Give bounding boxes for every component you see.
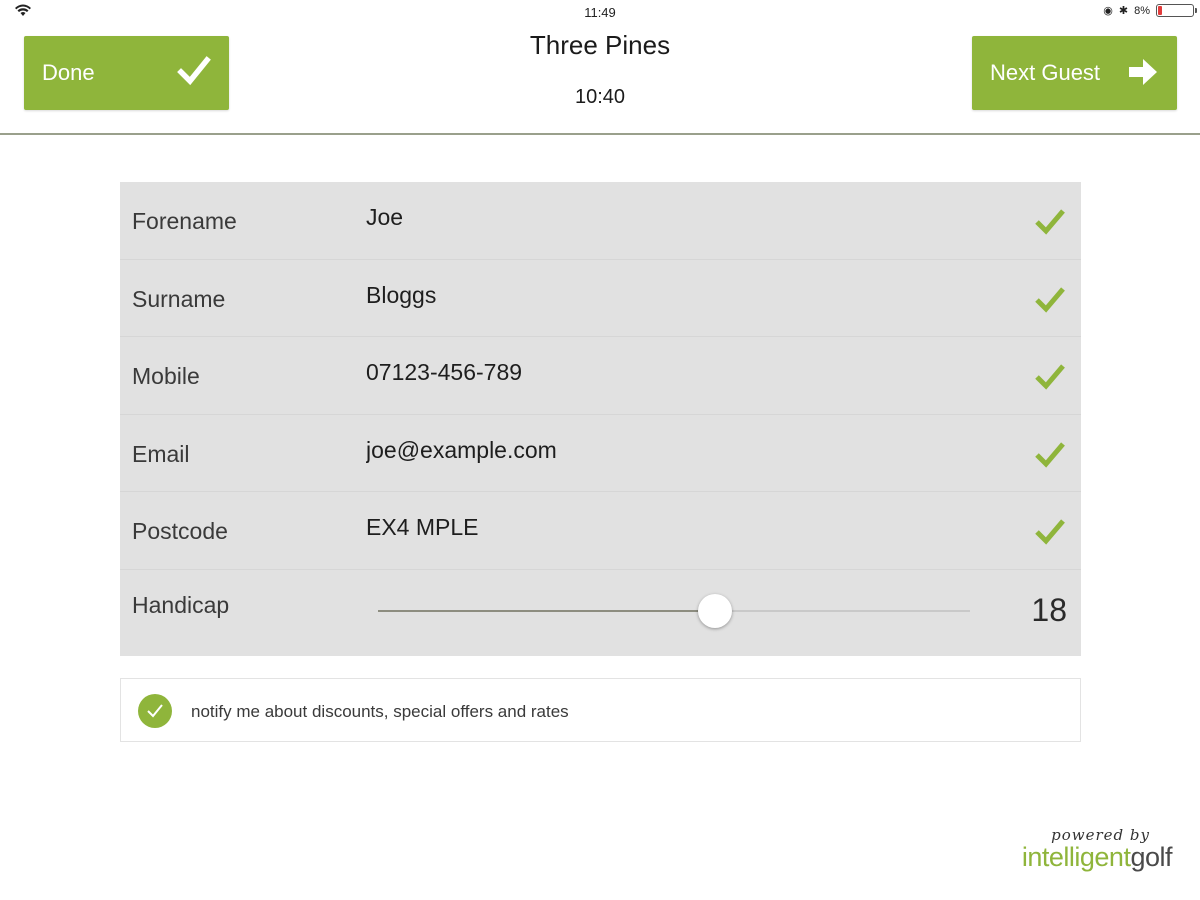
status-bar: 11:49 ◉ ✱ 8% (0, 0, 1200, 24)
handicap-row: Handicap 18 (120, 570, 1081, 657)
check-icon (1035, 441, 1065, 468)
check-icon (1035, 209, 1065, 235)
postcode-row: Postcode (120, 492, 1081, 570)
check-icon (1035, 364, 1065, 390)
logo-part-golf: golf (1130, 842, 1172, 872)
notify-option[interactable]: notify me about discounts, special offer… (120, 678, 1081, 742)
forename-field[interactable] (366, 204, 1006, 231)
postcode-label: Postcode (132, 518, 228, 544)
check-icon (1035, 286, 1065, 313)
surname-field[interactable] (366, 281, 1006, 309)
logo-part-intelligent: intelligent (1021, 842, 1131, 872)
orientation-lock-icon: ◉ (1103, 5, 1113, 17)
forename-row: Forename (120, 182, 1081, 260)
status-time: 11:49 (584, 5, 616, 20)
intelligentgolf-logo: intelligentgolf (1021, 842, 1173, 873)
next-guest-button[interactable]: Next Guest (972, 36, 1177, 110)
handicap-label: Handicap (132, 591, 230, 618)
battery-icon (1156, 4, 1197, 17)
slider-track-fill (378, 609, 716, 612)
status-right: ◉ ✱ 8% (1103, 4, 1197, 17)
powered-by-logo: powered by intelligentgolf (1012, 826, 1173, 874)
email-label: Email (132, 440, 190, 467)
done-button-label: Done (42, 60, 95, 85)
mobile-label: Mobile (132, 363, 200, 389)
email-field[interactable] (366, 436, 1006, 464)
forename-label: Forename (132, 208, 237, 234)
handicap-value: 18 (1031, 591, 1067, 628)
slider-thumb[interactable] (698, 593, 733, 628)
mobile-row: Mobile (120, 337, 1081, 415)
email-row: Email (120, 415, 1081, 492)
handicap-slider[interactable] (378, 593, 970, 628)
notify-checkbox[interactable] (138, 694, 172, 728)
postcode-field[interactable] (366, 514, 1006, 541)
next-guest-label: Next Guest (990, 60, 1101, 85)
check-icon (147, 704, 163, 718)
bluetooth-icon: ✱ (1118, 5, 1129, 17)
surname-label: Surname (132, 285, 226, 312)
guest-form: Forename Surname Mobile Email Postcode H… (120, 182, 1081, 656)
header-bar: Done Three Pines 10:40 Next Guest (0, 24, 1200, 135)
check-icon (1035, 519, 1065, 545)
mobile-field[interactable] (366, 359, 1006, 386)
surname-row: Surname (120, 260, 1081, 337)
battery-percent: 8% (1134, 4, 1150, 17)
notify-label: notify me about discounts, special offer… (191, 702, 569, 721)
arrow-right-icon (1129, 59, 1157, 85)
